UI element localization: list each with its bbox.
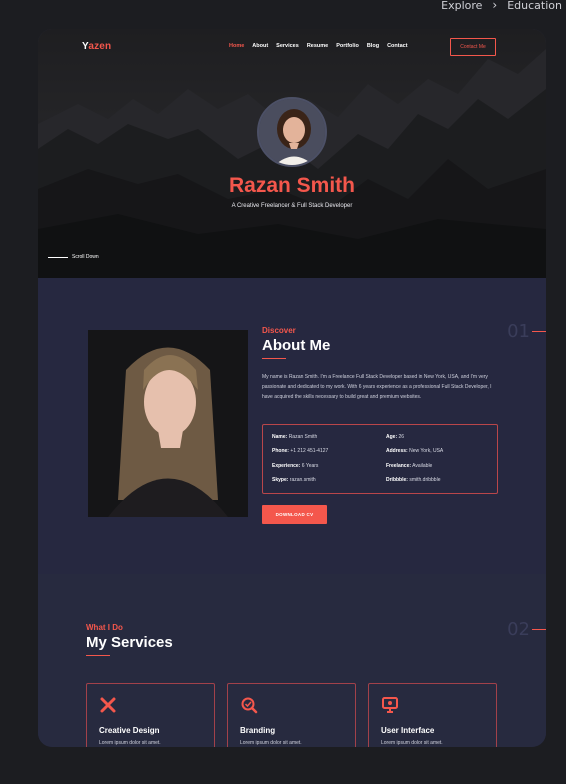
about-bio: My name is Razan Smith. I'm a Freelance …	[262, 374, 492, 400]
scroll-line	[48, 256, 68, 258]
info-age: Age: 26	[386, 434, 405, 440]
section-number: 02	[507, 619, 546, 640]
portrait-image	[88, 330, 248, 517]
service-desc: Lorem ipsum dolor sit amet.	[99, 740, 161, 746]
info-experience: Experience: 6 Years	[272, 462, 319, 469]
service-title: User Interface	[381, 726, 435, 735]
section-number-dash	[532, 331, 546, 332]
nav-item-about[interactable]: About	[252, 43, 268, 49]
info-freelance: Freelance: Available	[386, 462, 433, 469]
hero-name: Razan Smith	[228, 174, 356, 197]
section-number-dash	[532, 629, 546, 630]
title-underline	[262, 358, 286, 359]
breadcrumb: Explore › Education	[441, 0, 562, 12]
service-title: Creative Design	[99, 726, 160, 735]
services-title: My Services	[86, 634, 173, 651]
logo[interactable]: Yazen	[82, 41, 111, 52]
services-heading: What I Do My Services	[86, 623, 173, 656]
nav-item-portfolio[interactable]: Portfolio	[336, 43, 359, 49]
about-kicker: Discover	[262, 326, 296, 335]
logo-rest: azen	[88, 41, 112, 52]
nav-item-blog[interactable]: Blog	[367, 43, 379, 49]
nav-item-resume[interactable]: Resume	[307, 43, 328, 49]
info-skype: Skype: razan.smith	[272, 476, 316, 483]
info-phone: Phone: +1 212 451-4127	[272, 448, 329, 455]
nav-item-contact[interactable]: Contact	[387, 43, 407, 49]
scroll-down[interactable]: Scroll Down	[48, 254, 99, 260]
services-kicker: What I Do	[86, 623, 123, 632]
nav-item-services[interactable]: Services	[276, 43, 299, 49]
breadcrumb-explore[interactable]: Explore	[441, 0, 482, 12]
service-card-branding[interactable]: Branding Lorem ipsum dolor sit amet.	[227, 683, 356, 747]
hero-subtitle: A Creative Freelancer & Full Stack Devel…	[231, 203, 353, 209]
section-number-text: 02	[507, 619, 530, 640]
service-title: Branding	[240, 726, 276, 735]
nav-item-home[interactable]: Home	[229, 43, 244, 49]
contact-me-button[interactable]: Contact Me	[450, 38, 496, 56]
info-name: Name: Razan Smith	[272, 434, 318, 440]
hero-section: Yazen Home About Services Resume Portfol…	[38, 29, 546, 278]
info-dribbble: Dribbble: smith.dribbble	[386, 476, 441, 483]
services-section: 02 What I Do My Services Creative Design…	[38, 574, 546, 747]
chevron-right-icon: ›	[492, 0, 498, 12]
avatar	[257, 97, 327, 167]
scroll-label: Scroll Down	[72, 254, 99, 260]
design-icon	[100, 697, 116, 713]
info-address: Address: New York, USA	[386, 448, 444, 455]
about-section: 01 Discover About Me My name is Razan Sm…	[38, 278, 546, 574]
service-card-creative-design[interactable]: Creative Design Lorem ipsum dolor sit am…	[86, 683, 215, 747]
personal-info-box: Name: Razan Smith Age: 26 Phone: +1 212 …	[262, 424, 498, 494]
about-title: About Me	[262, 337, 331, 354]
section-number: 01	[507, 321, 546, 342]
title-underline	[86, 655, 110, 656]
about-photo	[88, 330, 248, 517]
service-card-user-interface[interactable]: User Interface Lorem ipsum dolor sit ame…	[368, 683, 497, 747]
nav-menu: Home About Services Resume Portfolio Blo…	[229, 43, 408, 49]
service-cards: Creative Design Lorem ipsum dolor sit am…	[86, 683, 497, 747]
branding-icon	[241, 697, 258, 714]
about-heading: Discover About Me	[262, 326, 330, 359]
ui-icon	[382, 697, 398, 713]
service-desc: Lorem ipsum dolor sit amet.	[381, 740, 443, 746]
website-preview: Yazen Home About Services Resume Portfol…	[38, 29, 546, 747]
breadcrumb-education[interactable]: Education	[507, 0, 562, 12]
top-nav: Yazen Home About Services Resume Portfol…	[38, 38, 546, 56]
service-desc: Lorem ipsum dolor sit amet.	[240, 740, 302, 746]
download-cv-button[interactable]: DOWNLOAD CV	[262, 505, 327, 524]
section-number-text: 01	[507, 321, 530, 342]
